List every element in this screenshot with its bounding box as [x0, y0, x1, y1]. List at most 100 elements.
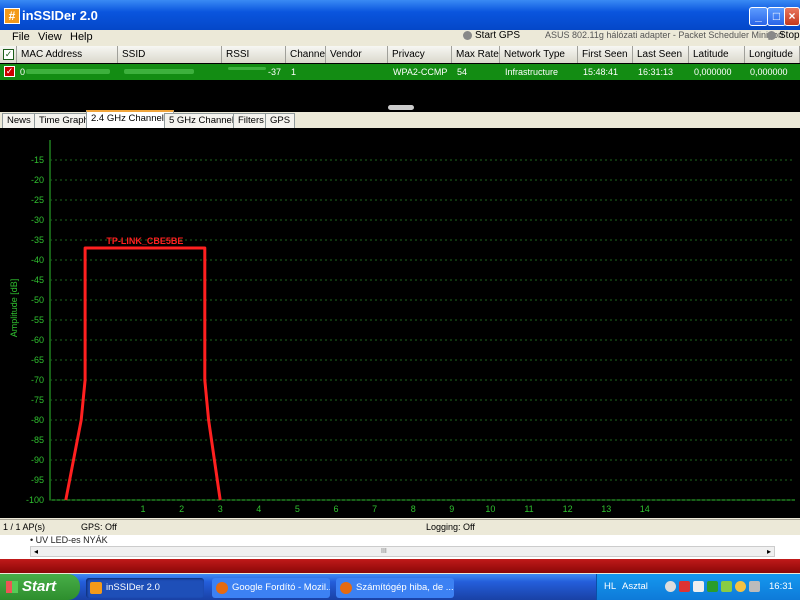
x-tick-label: 8 [411, 504, 416, 514]
cell-vendor [328, 64, 388, 80]
y-tick-label: -15 [31, 155, 44, 165]
stop-button[interactable]: Stop [767, 30, 800, 41]
status-bar [0, 519, 800, 535]
cell-rssi: -37 [268, 67, 282, 77]
col-last-seen[interactable]: Last Seen [633, 46, 689, 63]
cell-last-seen: 16:31:13 [638, 67, 674, 77]
tab-24ghz-channels[interactable]: 2.4 GHz Channels [86, 110, 174, 128]
cell-max-rate: 54 [457, 67, 468, 77]
hardware-icon[interactable] [749, 581, 760, 592]
firefox-icon [216, 582, 228, 594]
stop-label: Stop [779, 30, 800, 41]
menu-help[interactable]: Help [70, 31, 93, 43]
col-mac-address[interactable]: MAC Address [17, 46, 118, 63]
cell-first-seen: 15:48:41 [583, 67, 619, 77]
inssider-icon [90, 582, 102, 594]
close-button[interactable]: × [784, 7, 800, 26]
play-icon [463, 30, 472, 40]
col-privacy[interactable]: Privacy [388, 46, 452, 63]
y-tick-label: -80 [31, 415, 44, 425]
tab-time-graph[interactable]: Time Graph [34, 113, 94, 128]
network-icon[interactable] [665, 581, 676, 592]
tab-filters[interactable]: Filters [233, 113, 269, 128]
update-icon[interactable] [707, 581, 718, 592]
title-bar[interactable] [0, 0, 800, 30]
col-network-type[interactable]: Network Type [500, 46, 578, 63]
task-forum[interactable]: Számítógép hiba, de ... [336, 578, 454, 598]
horizontal-scrollbar[interactable]: ◂ III ▸ [30, 546, 775, 557]
status-logging: Logging: Off [426, 522, 475, 532]
task-inssider[interactable]: inSSIDer 2.0 [86, 578, 204, 598]
x-tick-label: 5 [295, 504, 300, 514]
y-tick-label: -75 [31, 395, 44, 405]
adapter-selector[interactable]: ASUS 802.11g hálózati adapter - Packet S… [545, 30, 783, 40]
col-vendor[interactable]: Vendor [326, 46, 388, 63]
x-tick-label: 4 [256, 504, 261, 514]
series-label: TP-LINK_CBE5BE [106, 236, 183, 246]
chart-canvas: -15 -20 -25 -30 -35 -40 -45 -50 -55 -60 -65 -70 -75 -… [9, 140, 795, 514]
x-tick-label: 10 [485, 504, 495, 514]
channel-chart: -15 -20 -25 -30 -35 -40 -45 -50 -55 -60 -65 -70 -75 -… [0, 128, 800, 518]
y-tick-label: -20 [31, 175, 44, 185]
cell-channel: 1 [291, 67, 297, 77]
y-tick-label: -85 [31, 435, 44, 445]
y-tick-label: -40 [31, 255, 44, 265]
scroll-left-icon[interactable]: ◂ [31, 547, 41, 556]
select-all-checkbox-header[interactable]: ✓ [0, 46, 17, 63]
select-all-checkbox[interactable]: ✓ [3, 49, 14, 60]
menu-view[interactable]: View [38, 31, 62, 43]
x-tick-label: 9 [449, 504, 454, 514]
task-label: inSSIDer 2.0 [106, 582, 160, 593]
col-latitude[interactable]: Latitude [689, 46, 745, 63]
scroll-right-icon[interactable]: ▸ [764, 547, 774, 556]
y-tick-label: -25 [31, 195, 44, 205]
cell-network-type: Infrastructure [505, 67, 559, 77]
antivirus-icon[interactable] [679, 581, 690, 592]
task-label: Számítógép hiba, de ... [356, 582, 454, 593]
col-first-seen[interactable]: First Seen [578, 46, 633, 63]
row-checkbox[interactable]: ✓ [4, 66, 15, 77]
language-indicator[interactable]: HL [604, 581, 616, 592]
col-ssid[interactable]: SSID [118, 46, 222, 63]
x-tick-label: 13 [601, 504, 611, 514]
tab-gps[interactable]: GPS [265, 113, 296, 128]
col-longitude[interactable]: Longitude [745, 46, 800, 63]
window-title: inSSIDer 2.0 [22, 8, 98, 23]
speaker-icon[interactable] [693, 581, 704, 592]
security-icon[interactable] [735, 581, 746, 592]
y-tick-label: -70 [31, 375, 44, 385]
y-tick-label: -55 [31, 315, 44, 325]
y-tick-label: -60 [31, 335, 44, 345]
x-tick-label: 2 [179, 504, 184, 514]
y-tick-label: -100 [26, 495, 44, 505]
app-icon: # [4, 8, 20, 24]
y-tick-label: -95 [31, 475, 44, 485]
y-axis-label: Amplitude [dB] [9, 279, 19, 338]
y-tick-label: -30 [31, 215, 44, 225]
windows-logo-icon [6, 581, 18, 593]
menu-file[interactable]: File [12, 31, 30, 43]
start-gps-button[interactable]: Start GPS [463, 30, 520, 41]
minimize-button[interactable]: _ [749, 7, 768, 26]
y-tick-label: -50 [31, 295, 44, 305]
cell-privacy: WPA2-CCMP [393, 67, 448, 77]
status-gps: GPS: Off [81, 522, 117, 532]
col-channel[interactable]: Channel [286, 46, 326, 63]
background-status-bar [0, 559, 800, 573]
scroll-thumb-grip[interactable]: III [381, 547, 387, 556]
task-label: Google Fordító - Mozil... [232, 582, 330, 593]
task-google-translate[interactable]: Google Fordító - Mozil... [212, 578, 330, 598]
y-tick-label: -35 [31, 235, 44, 245]
mac-redacted [26, 69, 110, 74]
desktop-toolbar-label[interactable]: Asztal [622, 581, 648, 592]
tab-5ghz-channels[interactable]: 5 GHz Channels [164, 113, 244, 128]
cell-longitude: 0,000000 [750, 67, 788, 77]
col-max-rate[interactable]: Max Rate [452, 46, 500, 63]
ssid-redacted [124, 69, 194, 74]
col-rssi[interactable]: RSSI [222, 46, 286, 63]
messenger-icon[interactable] [721, 581, 732, 592]
splitter-handle[interactable] [388, 105, 414, 110]
x-tick-label: 12 [563, 504, 573, 514]
tab-news[interactable]: News [2, 113, 36, 128]
series-line[interactable] [64, 246, 222, 501]
